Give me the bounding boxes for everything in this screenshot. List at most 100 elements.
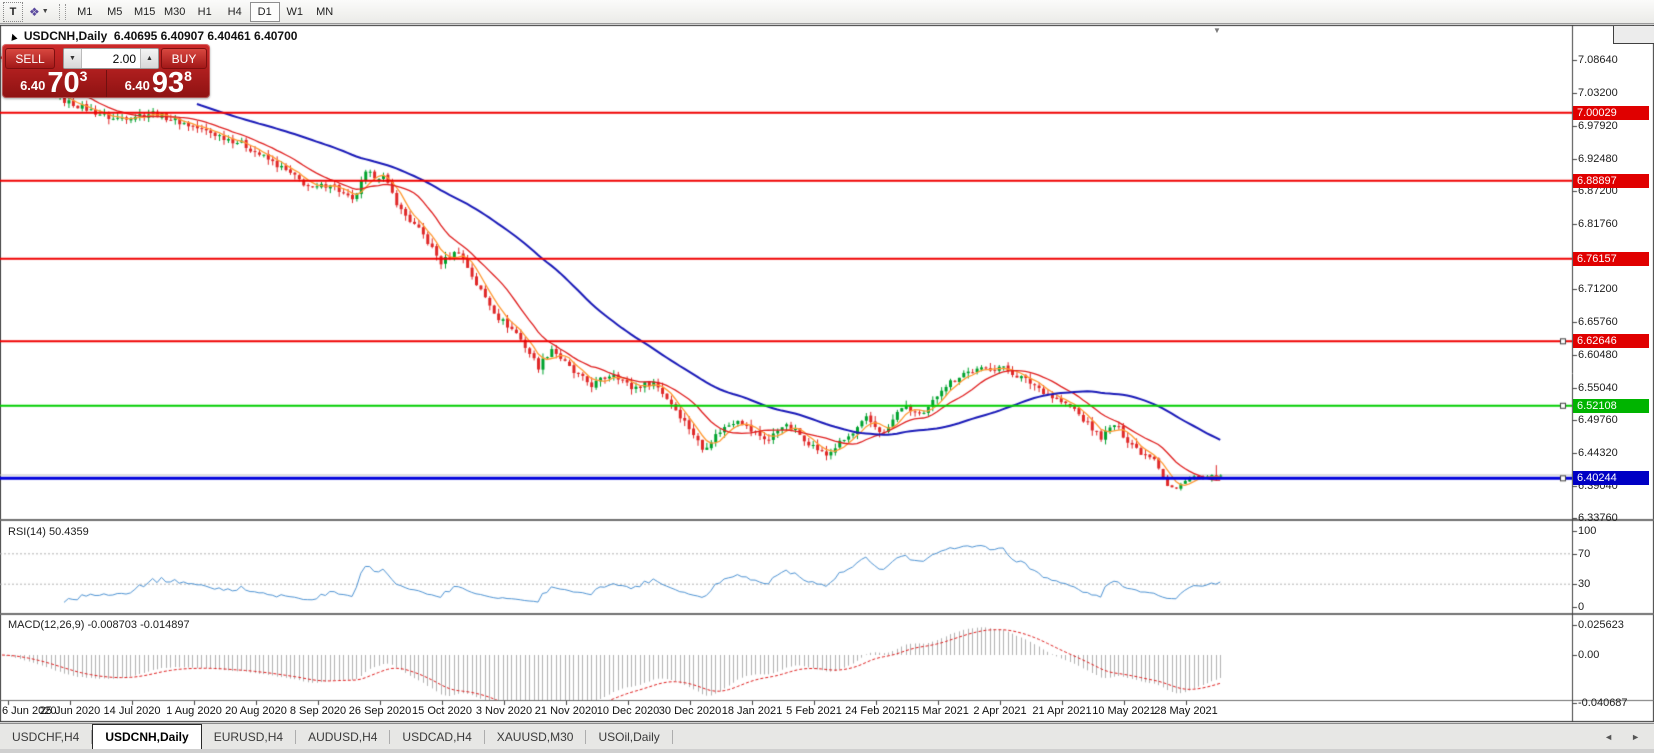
level-line-price-badge: 6.52108 [1573,399,1649,413]
colors-icon: ❖ [29,5,40,19]
macd-label: MACD(12,26,9) -0.008703 -0.014897 [8,619,190,631]
date-axis-label: 15 Oct 2020 [412,705,472,717]
timeframe-button-h1[interactable]: H1 [190,2,220,22]
timeframe-button-w1[interactable]: W1 [280,2,310,22]
volume-increase-button[interactable]: ▲ [140,49,158,68]
chart-tab-usdcnh-daily[interactable]: USDCNH,Daily [92,724,201,749]
date-axis-label: 26 Sep 2020 [349,705,411,717]
chart-title: ▲ USDCNH,Daily 6.40695 6.40907 6.40461 6.… [8,29,297,43]
level-line-price-badge: 6.88897 [1573,174,1649,188]
rsi-axis-label: 100 [1578,525,1596,537]
ask-price-big: 93 [152,70,184,96]
chart-tab-eurusd-h4[interactable]: EURUSD,H4 [202,724,295,749]
chart-shift-marker-icon[interactable]: ▼ [1213,26,1221,35]
chart-symbol-period: USDCNH,Daily [24,29,107,43]
text-tool-button[interactable]: T [3,2,23,22]
bid-price[interactable]: 6.40 70 3 [2,70,107,97]
price-axis-label: 6.33760 [1578,512,1618,524]
price-axis-label: 6.97920 [1578,120,1618,132]
chart-tab-usdchf-h4[interactable]: USDCHF,H4 [0,724,91,749]
timeframe-toolbar: M1M5M15M30H1H4D1W1MN [70,2,340,22]
cursor-arrow-icon: ▲ [6,29,20,44]
rsi-label: RSI(14) 50.4359 [8,526,89,538]
chevron-down-icon: ▼ [42,8,49,15]
top-toolbar: T ❖ ▼ M1M5M15M30H1H4D1W1MN [0,0,1654,24]
date-axis-label: 30 Dec 2020 [659,705,721,717]
price-axis-label: 6.71200 [1578,283,1618,295]
tab-scroll-arrows: ◄ ► [1604,724,1654,749]
timeframe-button-m15[interactable]: M15 [130,2,160,22]
toolbar-grip [59,4,66,20]
date-axis-label: 21 Apr 2021 [1032,705,1091,717]
chart-ohlc-values: 6.40695 6.40907 6.40461 6.40700 [114,29,298,43]
date-axis-label: 18 Jan 2021 [722,705,783,717]
volume-decrease-button[interactable]: ▼ [64,49,82,68]
macd-axis-label: 0.025623 [1578,619,1624,631]
rsi-axis-label: 30 [1578,578,1590,590]
level-line-price-badge: 6.40244 [1573,471,1649,485]
date-axis-label: 1 Aug 2020 [166,705,222,717]
chart-tab-usdcad-h4[interactable]: USDCAD,H4 [390,724,483,749]
ask-price[interactable]: 6.40 93 8 [107,70,211,97]
chart-tabbar: USDCHF,H4USDCNH,DailyEURUSD,H4AUDUSD,H4U… [0,723,1654,749]
macd-axis-label: -0.040687 [1578,697,1628,709]
timeframe-button-d1[interactable]: D1 [250,2,280,22]
price-axis-label: 6.60480 [1578,349,1618,361]
colors-dropdown-button[interactable]: ❖ ▼ [23,2,55,22]
date-axis-label: 3 Nov 2020 [476,705,532,717]
tab-scroll-right-icon[interactable]: ► [1631,732,1640,742]
date-axis-label: 10 Dec 2020 [597,705,659,717]
status-strip [0,749,1654,753]
price-axis-label: 6.81760 [1578,218,1618,230]
timeframe-button-mn[interactable]: MN [310,2,340,22]
price-axis-label: 6.92480 [1578,153,1618,165]
date-axis-label: 20 Aug 2020 [225,705,287,717]
rsi-axis-label: 0 [1578,601,1584,613]
tab-separator [672,730,673,744]
price-axis-label: 6.49760 [1578,414,1618,426]
trading-terminal: T ❖ ▼ M1M5M15M30H1H4D1W1MN ▲ USDCNH,Daily… [0,0,1654,753]
price-axis-label: 6.65760 [1578,316,1618,328]
tab-scroll-left-icon[interactable]: ◄ [1604,732,1613,742]
date-axis-label: 24 Feb 2021 [845,705,907,717]
bid-price-big: 70 [47,70,79,96]
buy-button[interactable]: BUY [161,48,207,69]
chart-tabs: USDCHF,H4USDCNH,DailyEURUSD,H4AUDUSD,H4U… [0,724,673,749]
level-line-price-badge: 6.62646 [1573,334,1649,348]
price-axis-label: 7.03200 [1578,87,1618,99]
chart-tab-audusd-h4[interactable]: AUDUSD,H4 [296,724,389,749]
timeframe-button-m1[interactable]: M1 [70,2,100,22]
bid-price-pip: 3 [80,68,88,96]
level-line-price-badge: 6.76157 [1573,252,1649,266]
volume-stepper: ▼ ▲ [63,48,159,69]
price-axis-label: 6.55040 [1578,382,1618,394]
sell-button[interactable]: SELL [5,48,55,69]
chart-window [0,25,1654,722]
date-axis-label: 25 Jun 2020 [40,705,101,717]
date-axis-label: 15 Mar 2021 [907,705,969,717]
timeframe-button-m5[interactable]: M5 [100,2,130,22]
bid-price-prefix: 6.40 [20,78,45,96]
timeframe-button-h4[interactable]: H4 [220,2,250,22]
price-chart-canvas[interactable] [0,25,1654,722]
chart-corner-notch [1613,26,1654,44]
date-axis-label: 10 May 2021 [1092,705,1156,717]
date-axis-label: 28 May 2021 [1154,705,1218,717]
timeframe-button-m30[interactable]: M30 [160,2,190,22]
rsi-axis-label: 70 [1578,548,1590,560]
ask-price-pip: 8 [184,68,192,96]
chart-tab-usoil-daily[interactable]: USOil,Daily [586,724,671,749]
ask-price-prefix: 6.40 [125,78,150,96]
price-axis-label: 7.08640 [1578,54,1618,66]
price-axis-label: 6.44320 [1578,447,1618,459]
date-axis-label: 21 Nov 2020 [535,705,597,717]
volume-input[interactable] [82,49,140,68]
date-axis-label: 8 Sep 2020 [290,705,346,717]
one-click-trading-panel: SELL ▼ ▲ BUY 6.40 70 3 6.40 93 8 [2,44,210,98]
level-line-price-badge: 7.00029 [1573,106,1649,120]
macd-axis-label: 0.00 [1578,649,1599,661]
date-axis-label: 2 Apr 2021 [973,705,1026,717]
chart-tab-xauusd-m30[interactable]: XAUUSD,M30 [485,724,586,749]
date-axis-label: 14 Jul 2020 [104,705,161,717]
date-axis-label: 5 Feb 2021 [786,705,842,717]
